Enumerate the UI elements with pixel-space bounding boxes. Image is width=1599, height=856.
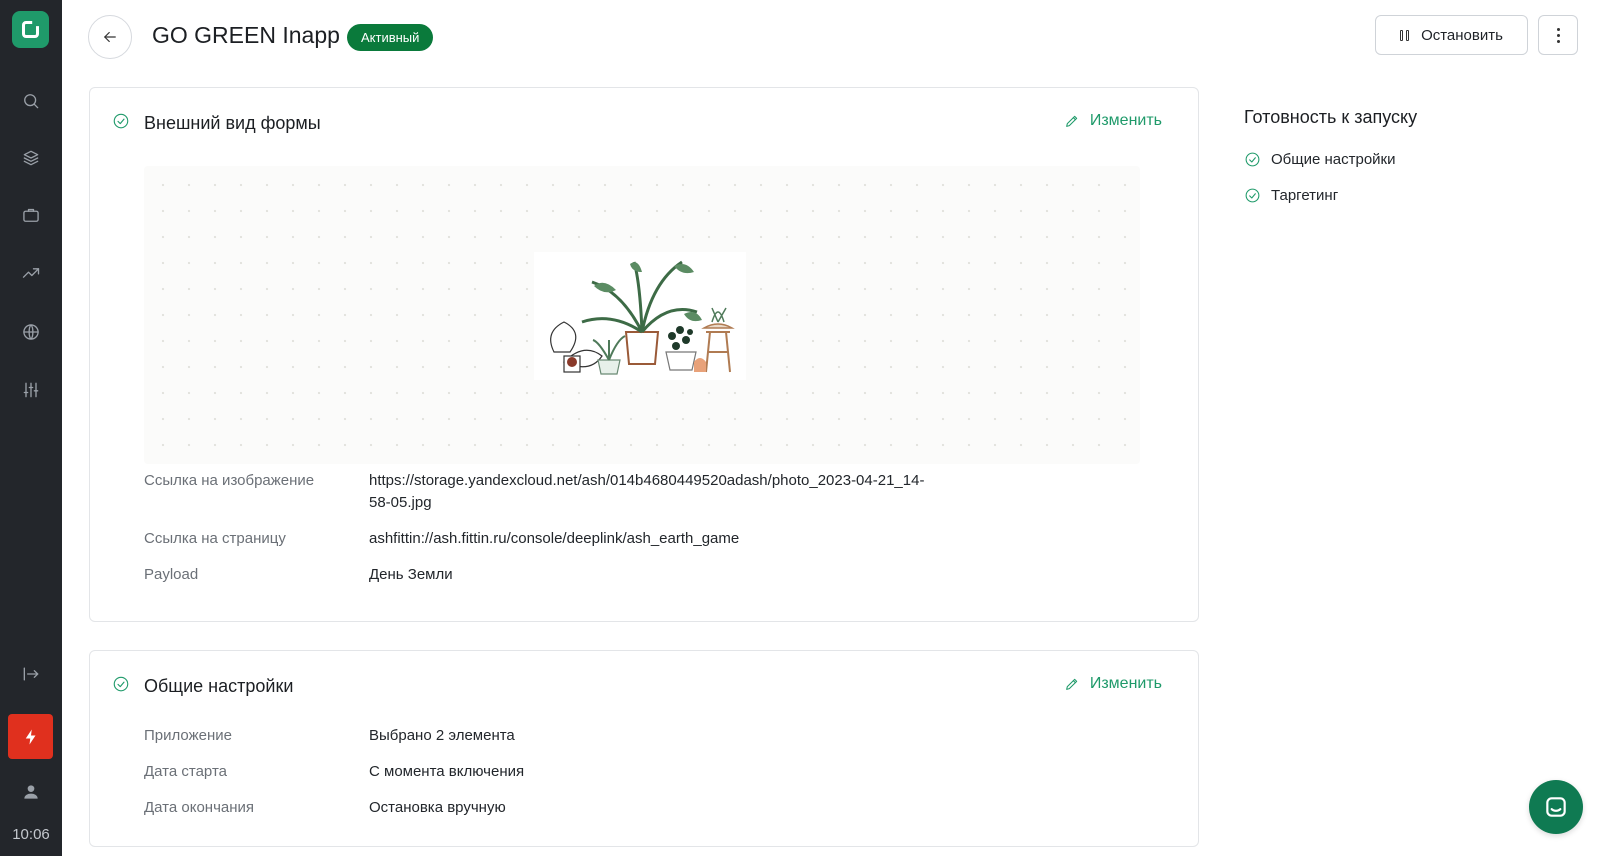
start-date-row: Дата старта С момента включения [144, 761, 929, 783]
app-row: Приложение Выбрано 2 элемента [144, 725, 929, 747]
check-circle-icon [112, 675, 130, 698]
readiness-title: Готовность к запуску [1244, 107, 1418, 127]
end-date-value: Остановка вручную [369, 799, 506, 816]
appearance-card: Внешний вид формы Изменить Ссылка на изо… [89, 87, 1199, 622]
edit-general-button[interactable]: Изменить [1064, 675, 1162, 693]
end-date-row: Дата окончания Остановка вручную [144, 797, 929, 819]
check-circle-icon [1245, 188, 1260, 203]
general-settings-card: Общие настройки Изменить Приложение Выбр… [89, 650, 1199, 847]
arrow-left-icon [104, 31, 116, 43]
stop-button-label: Остановить [1421, 26, 1503, 44]
edit-appearance-button[interactable]: Изменить [1064, 112, 1162, 130]
app-value: Выбрано 2 элемента [369, 727, 515, 744]
readiness-item-general[interactable]: Общие настройки [1244, 151, 1396, 168]
check-circle-icon [112, 112, 130, 135]
trending-up-icon[interactable] [0, 257, 62, 289]
pencil-icon [1065, 115, 1078, 127]
readiness-item-targeting[interactable]: Таргетинг [1244, 187, 1338, 204]
pencil-icon [1065, 678, 1078, 690]
readiness-item-label: Таргетинг [1271, 187, 1339, 204]
collapse-icon[interactable] [0, 658, 62, 690]
pause-icon [1400, 29, 1410, 41]
payload-row: Payload День Земли [144, 564, 929, 586]
chat-icon [1546, 797, 1566, 817]
form-preview [144, 166, 1140, 464]
page-title: GO GREEN Inapp [152, 22, 340, 48]
user-icon[interactable] [0, 776, 62, 808]
layers-icon[interactable] [0, 142, 62, 174]
image-link-row: Ссылка на изображение https://storage.ya… [144, 470, 929, 514]
sidebar: 10:06 [0, 0, 62, 856]
globe-icon[interactable] [0, 316, 62, 348]
briefcase-icon[interactable] [0, 199, 62, 231]
plants-illustration [534, 252, 746, 380]
bolt-icon[interactable] [8, 714, 53, 759]
field-label: Ссылка на страницу [144, 530, 286, 547]
field-label: Дата окончания [144, 799, 255, 816]
field-label: Ссылка на изображение [144, 472, 315, 489]
image-link-value: https://storage.yandexcloud.net/ash/014b… [369, 472, 925, 511]
card-title: Общие настройки [144, 676, 294, 696]
search-icon[interactable] [0, 85, 62, 117]
start-date-value: С момента включения [369, 763, 525, 780]
sliders-icon[interactable] [0, 374, 62, 406]
field-label: Payload [144, 566, 199, 583]
field-label: Приложение [144, 727, 232, 744]
edit-label: Изменить [1089, 112, 1162, 129]
status-badge: Активный [347, 24, 434, 51]
page-link-value: ashfittin://ash.fittin.ru/console/deepli… [369, 530, 740, 547]
chat-button[interactable] [1529, 780, 1583, 834]
field-label: Дата старта [144, 763, 227, 780]
readiness-item-label: Общие настройки [1271, 151, 1396, 168]
payload-value: День Земли [369, 566, 453, 583]
back-button[interactable] [88, 15, 132, 59]
app-logo-icon[interactable] [12, 11, 49, 48]
more-vertical-icon [1556, 33, 1560, 37]
edit-label: Изменить [1089, 675, 1162, 692]
check-circle-icon [1245, 152, 1260, 167]
card-title: Внешний вид формы [144, 113, 321, 133]
stop-button[interactable]: Остановить [1375, 15, 1528, 55]
page-link-row: Ссылка на страницу ashfittin://ash.fitti… [144, 528, 929, 550]
clock-time: 10:06 [12, 826, 50, 843]
more-options-button[interactable] [1538, 15, 1578, 55]
